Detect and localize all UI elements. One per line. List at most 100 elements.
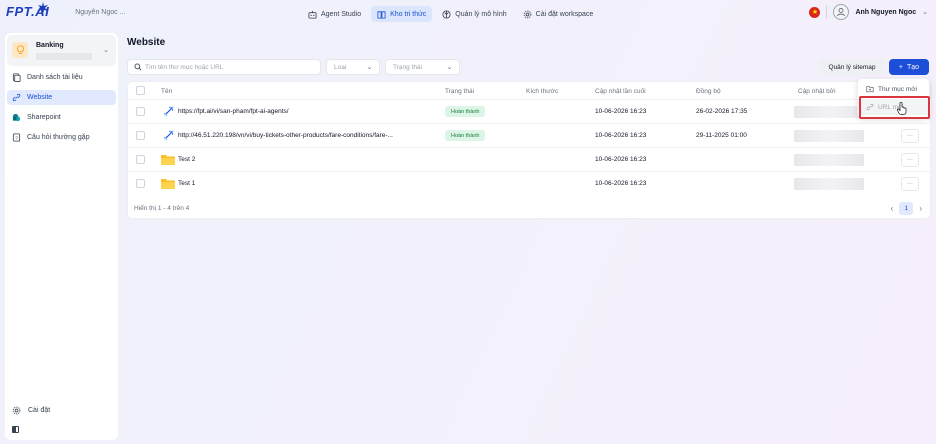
column-status[interactable]: Trạng thái (445, 88, 474, 95)
chevron-down-icon[interactable]: ⌄ (922, 8, 928, 16)
kb-subtitle-redacted (36, 53, 92, 60)
filter-type-select[interactable]: Loại ⌄ (326, 59, 380, 75)
menu-item-label: Thư mục mới (878, 85, 917, 93)
kb-name: Banking (36, 42, 64, 49)
nav-agent-studio[interactable]: Agent Studio (302, 6, 367, 22)
row-synced: 26-02-2026 17:35 (696, 108, 748, 115)
column-size[interactable]: Kích thước (526, 88, 558, 95)
top-nav: Agent Studio Kho tri thức Quản lý mô hìn… (302, 6, 599, 22)
manage-sitemap-button[interactable]: Quản lý sitemap (819, 59, 885, 75)
row-checkbox[interactable] (136, 107, 145, 116)
column-last-updated[interactable]: Cập nhật lần cuối (595, 88, 646, 95)
link-icon (163, 130, 174, 141)
chevron-right-icon[interactable]: › (919, 204, 922, 213)
sidebar-collapse-icon[interactable] (12, 426, 19, 433)
gear-icon (523, 10, 531, 18)
sidebar-item-label: Cài đặt (28, 407, 51, 414)
table-footer: Hiển thị 1 - 4 trên 4 ‹ 1 › (128, 198, 930, 218)
filter-type-label: Loại (334, 63, 347, 71)
row-name[interactable]: Test 1 (178, 180, 195, 187)
table-row[interactable]: Test 2 10-06-2026 16:23 ··· (128, 148, 930, 172)
page-number[interactable]: 1 (899, 202, 914, 215)
link-icon (163, 106, 174, 117)
row-more-button[interactable]: ··· (901, 129, 919, 143)
updated-by-redacted (794, 178, 864, 190)
kb-selector[interactable]: Banking ⌄ (7, 35, 116, 66)
toolbar: Loại ⌄ Trạng thái ⌄ Quản lý sitemap + Tạ… (127, 59, 931, 75)
row-checkbox[interactable] (136, 155, 145, 164)
row-updated: 10-06-2026 16:23 (595, 180, 647, 187)
logo[interactable]: FPT.AI Nguyên Ngoc ... (6, 2, 125, 20)
nav-knowledge-base[interactable]: Kho tri thức (371, 6, 433, 22)
chevron-down-icon: ⌄ (446, 64, 452, 71)
select-all-checkbox[interactable] (136, 86, 145, 95)
row-name[interactable]: Test 2 (178, 156, 195, 163)
chevron-down-icon: ⌄ (103, 47, 109, 54)
model-icon (442, 9, 451, 19)
website-table: Tên Trạng thái Kích thước Cập nhật lần c… (127, 81, 931, 219)
nav-workspace-settings[interactable]: Cài đặt workspace (517, 6, 600, 22)
row-synced: 29-11-2025 01:00 (696, 132, 747, 139)
faq-icon: ? (12, 133, 21, 142)
table-row[interactable]: Test 1 10-06-2026 16:23 ··· (128, 172, 930, 196)
sidebar-item-documents[interactable]: Danh sách tài liệu (7, 70, 116, 85)
sidebar-item-website[interactable]: Website (7, 90, 116, 105)
gear-icon (12, 406, 21, 415)
sidebar: Banking ⌄ Danh sách tài liệu Website Sha… (5, 33, 118, 440)
create-button[interactable]: + Tạo (889, 59, 929, 75)
top-bar: FPT.AI Nguyên Ngoc ... Agent Studio Kho … (0, 0, 936, 28)
user-area: ★ Anh Nguyen Ngoc ⌄ (809, 4, 928, 20)
sidebar-item-faq[interactable]: ? Câu hỏi thường gặp (7, 130, 116, 145)
updated-by-redacted (794, 154, 864, 166)
row-checkbox[interactable] (136, 131, 145, 140)
sidebar-item-settings[interactable]: Cài đặt (12, 406, 50, 415)
sharepoint-icon (12, 113, 21, 122)
column-name[interactable]: Tên (161, 88, 172, 95)
chevron-down-icon: ⌄ (366, 64, 372, 71)
sidebar-item-sharepoint[interactable]: Sharepoint (7, 110, 116, 125)
filter-status-select[interactable]: Trạng thái ⌄ (385, 59, 460, 75)
page-title: Website (127, 37, 166, 48)
folder-icon (161, 179, 175, 189)
book-icon (377, 10, 386, 19)
row-name[interactable]: https://fpt.ai/vi/san-pham/fpt-ai-agents… (178, 108, 289, 115)
table-row[interactable]: https://fpt.ai/vi/san-pham/fpt-ai-agents… (128, 100, 930, 124)
row-updated: 10-06-2026 16:23 (595, 132, 647, 139)
row-checkbox[interactable] (136, 179, 145, 188)
row-name[interactable]: http://46.51.220.198/vn/vi/buy-tickets-o… (178, 132, 393, 139)
user-name[interactable]: Anh Nguyen Ngoc (855, 9, 916, 16)
status-badge: Hoàn thành (445, 106, 486, 117)
org-name[interactable]: Nguyên Ngoc ... (75, 6, 125, 20)
menu-item-new-folder[interactable]: Thư mục mới (858, 81, 931, 97)
chevron-left-icon[interactable]: ‹ (891, 204, 894, 213)
table-row[interactable]: http://46.51.220.198/vn/vi/buy-tickets-o… (128, 124, 930, 148)
lightbulb-icon (12, 42, 28, 58)
hand-cursor-icon (897, 102, 907, 115)
search-input[interactable] (145, 63, 315, 71)
row-updated: 10-06-2026 16:23 (595, 156, 647, 163)
document-icon (12, 73, 21, 82)
nav-label: Cài đặt workspace (535, 10, 594, 18)
updated-by-redacted (794, 106, 864, 118)
create-button-label: Tạo (907, 63, 920, 71)
highlight-box (859, 96, 930, 119)
link-icon (12, 93, 21, 102)
search-box (127, 59, 321, 75)
sidebar-item-label: Sharepoint (27, 114, 61, 121)
logo-star-icon (37, 2, 49, 14)
bot-icon (308, 10, 317, 19)
nav-label: Kho tri thức (390, 10, 427, 18)
nav-model-management[interactable]: Quản lý mô hình (436, 6, 512, 22)
divider (826, 5, 828, 19)
updated-by-redacted (794, 130, 864, 142)
row-more-button[interactable]: ··· (901, 153, 919, 167)
filter-status-label: Trạng thái (393, 63, 423, 71)
column-sync[interactable]: Đồng bộ (696, 88, 721, 95)
row-more-button[interactable]: ··· (901, 177, 919, 191)
language-flag-icon[interactable]: ★ (809, 6, 821, 18)
table-header: Tên Trạng thái Kích thước Cập nhật lần c… (128, 82, 930, 100)
folder-icon (161, 155, 175, 165)
avatar[interactable] (833, 4, 850, 20)
column-updated-by[interactable]: Cập nhật bởi (798, 88, 836, 95)
svg-text:?: ? (15, 136, 18, 142)
